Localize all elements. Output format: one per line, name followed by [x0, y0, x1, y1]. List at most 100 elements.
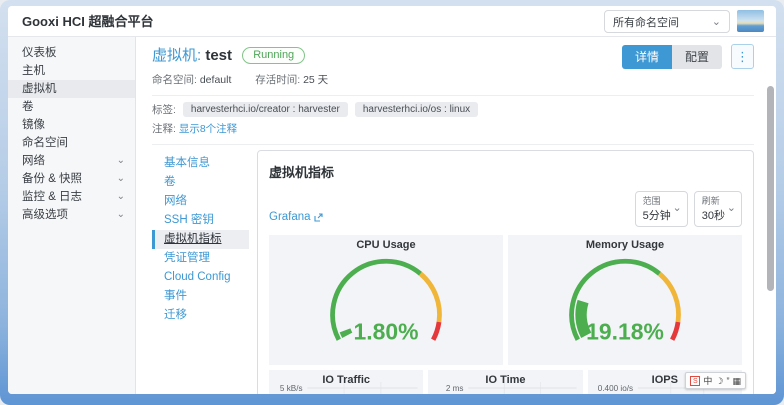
tags-list: harvesterhci.io/creator : harvester harve…: [176, 102, 478, 117]
sidebar: 仪表板主机虚拟机卷镜像命名空间网络 ⌄ 备份 & 快照 ⌄ 监控 & 日志 ⌄ 高级选项 ⌄: [8, 37, 136, 394]
sidebar-item-label: 镜像: [22, 116, 45, 134]
tags-label: 标签:: [152, 102, 176, 117]
metrics-toolbar: Grafana 范围 5分钟 ⌄ 刷: [269, 191, 742, 227]
tab-volumes[interactable]: 卷: [152, 173, 249, 192]
sidebar-item-label: 卷: [22, 98, 34, 116]
sidebar-item-backups[interactable]: 备份 & 快照 ⌄: [8, 170, 135, 188]
sidebar-item-images[interactable]: 镜像: [8, 116, 135, 134]
vm-header: 虚拟机: test Running 详情 配置 ⋮: [152, 44, 754, 69]
tab-migration[interactable]: 迁移: [152, 306, 249, 325]
sogou-logo-icon[interactable]: S: [690, 376, 700, 386]
chart-io-time: IO Time2 ms1.50 ms1 ms: [428, 370, 582, 394]
sidebar-item-label: 命名空间: [22, 134, 68, 152]
sidebar-item-label: 网络: [22, 152, 45, 170]
config-button[interactable]: 配置: [672, 45, 722, 69]
punctuation-icon[interactable]: ”: [726, 376, 729, 386]
tab-metrics[interactable]: 虚拟机指标: [152, 230, 249, 249]
keyboard-icon[interactable]: ▦: [732, 376, 741, 386]
half-width-moon-icon[interactable]: ☽: [715, 376, 723, 386]
chart-io-traffic: IO Traffic5 kB/s4 kB/s3 kB/s: [269, 370, 423, 394]
page-title: 虚拟机: test Running: [152, 44, 305, 65]
chevron-down-icon: ⌄: [117, 211, 125, 219]
sidebar-item-label: 仪表板: [22, 44, 57, 62]
sidebar-item-dashboard[interactable]: 仪表板: [8, 44, 135, 62]
vm-detail-tabs: 基本信息卷网络SSH 密钥虚拟机指标凭证管理Cloud Config事件迁移: [152, 150, 249, 394]
more-actions-button[interactable]: ⋮: [731, 44, 754, 69]
gauge-row: CPU Usage 1.80% Memory Usage 19.18%: [269, 235, 742, 365]
age-value: 25 天: [303, 74, 328, 86]
main-content: 虚拟机: test Running 详情 配置 ⋮ 命名空间: default …: [137, 37, 776, 394]
sidebar-item-label: 主机: [22, 62, 45, 80]
sidebar-item-label: 备份 & 快照: [22, 170, 82, 188]
chevron-down-icon: ⌄: [117, 157, 125, 165]
sidebar-item-networks[interactable]: 网络 ⌄: [8, 152, 135, 170]
svg-text:19.18%: 19.18%: [586, 318, 664, 344]
range-value: 5分钟: [643, 207, 671, 223]
range-label: 范围: [643, 194, 671, 207]
metrics-card: 虚拟机指标 Grafana 范围 5分钟 ⌄: [257, 150, 754, 394]
show-annotations-link[interactable]: 显示8个注释: [179, 123, 237, 135]
namespace-value: default: [200, 74, 232, 86]
external-link-icon: [314, 213, 323, 222]
refresh-select[interactable]: 刷新 30秒 ⌄: [694, 191, 742, 227]
chart-title: CPU Usage: [269, 239, 503, 251]
chevron-down-icon: ⌄: [727, 203, 736, 214]
charts-area: CPU Usage 1.80% Memory Usage 19.18% IO Traf…: [269, 235, 742, 394]
kebab-menu-icon: ⋮: [736, 49, 749, 64]
vm-name: test: [205, 47, 232, 64]
line-chart-row: IO Traffic5 kB/s4 kB/s3 kB/sIO Time2 ms1…: [269, 370, 742, 394]
tab-networks[interactable]: 网络: [152, 192, 249, 211]
divider: [152, 144, 754, 145]
ime-toolbar[interactable]: S中☽”▦: [685, 372, 746, 389]
sidebar-item-volumes[interactable]: 卷: [8, 98, 135, 116]
annotations-row: 注释: 显示8个注释: [152, 121, 754, 136]
namespace-filter-select[interactable]: 所有命名空间 ⌄: [604, 10, 730, 33]
resource-type-label: 虚拟机:: [152, 47, 201, 64]
tab-credentials[interactable]: 凭证管理: [152, 249, 249, 268]
chinese-mode-icon[interactable]: 中: [703, 376, 712, 386]
gauge-svg: 1.80%: [269, 251, 503, 363]
chart-title: IO Time: [428, 374, 582, 386]
status-badge: Running: [242, 47, 305, 64]
range-select[interactable]: 范围 5分钟 ⌄: [635, 191, 688, 227]
scrollbar-thumb[interactable]: [767, 86, 774, 291]
app-header: Gooxi HCI 超融合平台 所有命名空间 ⌄: [8, 6, 776, 37]
grafana-link-label: Grafana: [269, 211, 311, 223]
label-tag: harvesterhci.io/creator : harvester: [183, 102, 348, 117]
chevron-down-icon: ⌄: [117, 193, 125, 201]
app-title: Gooxi HCI 超融合平台: [22, 6, 153, 37]
app-window: Gooxi HCI 超融合平台 所有命名空间 ⌄ 仪表板主机虚拟机卷镜像命名空间…: [8, 6, 776, 394]
vm-subtitle: 命名空间: default 存活时间: 25 天: [152, 72, 754, 87]
sidebar-item-hosts[interactable]: 主机: [8, 62, 135, 80]
annotations-label: 注释:: [152, 123, 176, 135]
sidebar-item-label: 监控 & 日志: [22, 188, 82, 206]
sidebar-item-label: 高级选项: [22, 206, 68, 224]
window-frame: Gooxi HCI 超融合平台 所有命名空间 ⌄ 仪表板主机虚拟机卷镜像命名空间…: [0, 0, 784, 405]
tab-basics[interactable]: 基本信息: [152, 154, 249, 173]
divider: [152, 95, 754, 96]
sidebar-item-namespaces[interactable]: 命名空间: [8, 134, 135, 152]
tab-events[interactable]: 事件: [152, 287, 249, 306]
age-label: 存活时间:: [255, 74, 300, 86]
metrics-title: 虚拟机指标: [269, 162, 742, 181]
sidebar-item-vms[interactable]: 虚拟机: [8, 80, 135, 98]
details-button[interactable]: 详情: [622, 45, 672, 69]
metrics-controls: 范围 5分钟 ⌄ 刷新 30秒 ⌄: [635, 191, 742, 227]
label-tag: harvesterhci.io/os : linux: [355, 102, 478, 117]
labels-row: 标签: harvesterhci.io/creator : harvesterh…: [152, 102, 754, 117]
chart-title: IO Traffic: [269, 374, 423, 386]
sidebar-item-monitoring[interactable]: 监控 & 日志 ⌄: [8, 188, 135, 206]
refresh-label: 刷新: [702, 194, 725, 207]
grafana-link[interactable]: Grafana: [269, 211, 323, 223]
tab-cloud-config[interactable]: Cloud Config: [152, 268, 249, 287]
chevron-down-icon: ⌄: [117, 175, 125, 183]
user-avatar[interactable]: [737, 10, 764, 32]
namespace-label: 命名空间:: [152, 74, 197, 86]
chart-title: Memory Usage: [508, 239, 742, 251]
svg-text:1.80%: 1.80%: [354, 318, 419, 344]
gauge-svg: 19.18%: [508, 251, 742, 363]
gauge-cpu-usage: CPU Usage 1.80%: [269, 235, 503, 365]
sidebar-item-advanced[interactable]: 高级选项 ⌄: [8, 206, 135, 224]
refresh-value: 30秒: [702, 207, 725, 223]
tab-ssh-keys[interactable]: SSH 密钥: [152, 211, 249, 230]
